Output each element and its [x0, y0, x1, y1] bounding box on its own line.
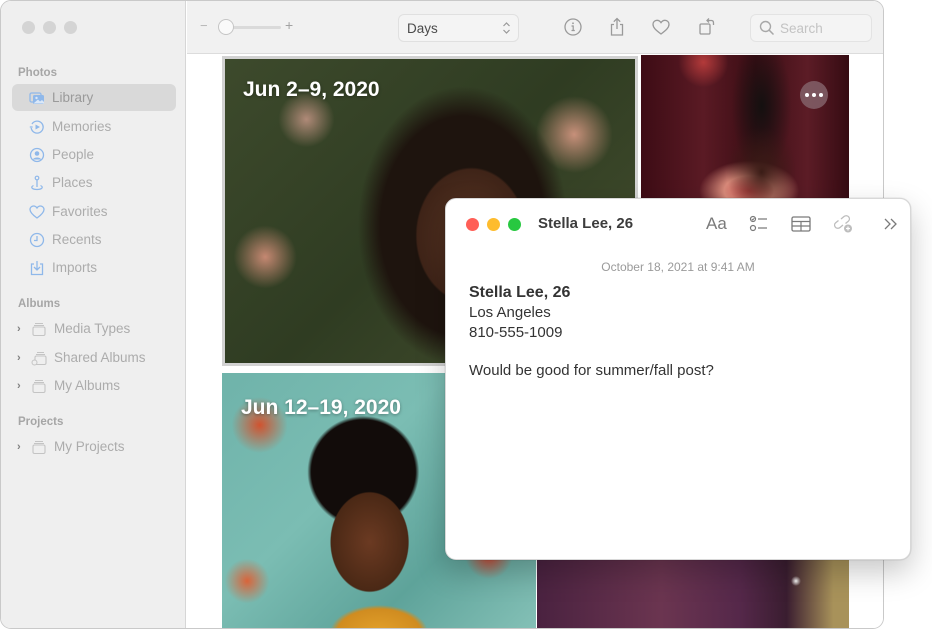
sidebar-item-memories[interactable]: Memories [12, 113, 176, 140]
sidebar-item-label: Places [52, 175, 93, 190]
toolbar: − + Days [187, 1, 883, 54]
rotate-button[interactable] [695, 15, 719, 39]
album-stack-icon [30, 320, 47, 337]
sidebar-item-label: Favorites [52, 204, 108, 219]
search-input[interactable] [780, 20, 860, 36]
more-options-button[interactable] [800, 81, 828, 109]
zoom-button[interactable] [64, 21, 77, 34]
album-stack-icon [30, 377, 47, 394]
sidebar-item-media-types[interactable]: › Media Types [12, 315, 176, 342]
sidebar-item-label: Shared Albums [54, 350, 146, 365]
checklist-icon [749, 215, 767, 232]
people-icon [28, 146, 45, 163]
section-title-albums: Albums [18, 298, 61, 310]
updown-chevron-icon [503, 22, 510, 34]
window-controls [466, 218, 521, 231]
chevron-right-icon[interactable]: › [17, 352, 27, 364]
sidebar-item-library[interactable]: Library [12, 84, 176, 111]
share-button[interactable] [605, 15, 629, 39]
heart-icon [28, 203, 45, 220]
favorite-button[interactable] [649, 15, 673, 39]
sidebar-item-label: My Projects [54, 439, 125, 454]
minimize-button[interactable] [487, 218, 500, 231]
clock-icon [28, 231, 45, 248]
zoom-slider-knob[interactable] [218, 19, 235, 35]
places-icon [28, 174, 45, 191]
table-icon [791, 216, 811, 232]
close-button[interactable] [466, 218, 479, 231]
sidebar-item-label: Memories [52, 119, 112, 134]
rotate-icon [699, 18, 715, 35]
share-icon [610, 17, 624, 36]
more-chevrons-icon [884, 218, 897, 230]
sidebar-item-places[interactable]: Places [12, 169, 176, 196]
zoom-out-button[interactable]: − [200, 18, 208, 33]
chevron-right-icon[interactable]: › [17, 441, 27, 453]
sidebar-item-imports[interactable]: Imports [12, 254, 176, 281]
collaborate-icon [833, 215, 852, 233]
sidebar-item-label: Library [52, 90, 94, 105]
note-timestamp: October 18, 2021 at 9:41 AM [601, 260, 755, 274]
note-heading: Stella Lee, 26 [469, 284, 571, 301]
dot-icon [819, 93, 823, 97]
sidebar-item-label: Recents [52, 232, 102, 247]
shared-album-icon [30, 349, 47, 366]
window-controls-inactive [22, 21, 77, 34]
info-button[interactable] [561, 15, 585, 39]
note-blank-line [469, 343, 714, 361]
section-title-photos: Photos [18, 67, 57, 79]
sidebar-item-shared-albums[interactable]: › Shared Albums [12, 344, 176, 371]
chevron-right-icon[interactable]: › [17, 380, 27, 392]
note-body[interactable]: Stella Lee, 26 Los Angeles 810-555-1009 … [469, 283, 714, 381]
view-select[interactable]: Days [398, 14, 519, 42]
info-icon [564, 18, 582, 36]
table-button[interactable] [790, 213, 812, 235]
search-icon [759, 20, 775, 36]
day-group-date: Jun 12–19, 2020 [241, 396, 401, 419]
format-text-icon: Aa [706, 214, 727, 233]
sidebar-item-favorites[interactable]: Favorites [12, 198, 176, 225]
dot-icon [812, 93, 816, 97]
sidebar-item-label: Imports [52, 260, 98, 275]
note-window-title: Stella Lee, 26 [538, 215, 634, 232]
library-icon [28, 89, 45, 106]
zoom-in-button[interactable]: + [285, 17, 293, 33]
collaborate-button[interactable] [832, 213, 854, 235]
sidebar-item-label: People [52, 147, 95, 162]
sidebar-item-label: Media Types [54, 321, 131, 336]
note-line: 810-555-1009 [469, 324, 563, 341]
close-button[interactable] [22, 21, 35, 34]
sidebar-item-my-projects[interactable]: › My Projects [12, 433, 176, 460]
format-text-button[interactable]: Aa [706, 213, 727, 235]
dot-icon [805, 93, 809, 97]
import-icon [28, 259, 45, 276]
day-group-date: Jun 2–9, 2020 [243, 78, 380, 101]
chevron-right-icon[interactable]: › [17, 323, 27, 335]
zoom-button[interactable] [508, 218, 521, 231]
note-comment: Would be good for summer/fall post? [469, 362, 714, 379]
more-tools-button[interactable] [880, 213, 902, 235]
section-title-projects: Projects [18, 416, 64, 428]
minimize-button[interactable] [43, 21, 56, 34]
sidebar-item-label: My Albums [54, 378, 121, 393]
sidebar-item-recents[interactable]: Recents [12, 226, 176, 253]
album-stack-icon [30, 438, 47, 455]
sidebar-item-my-albums[interactable]: › My Albums [12, 372, 176, 399]
sidebar-item-people[interactable]: People [12, 141, 176, 168]
view-select-value: Days [407, 20, 438, 36]
heart-icon [652, 19, 670, 35]
quick-note-window: Stella Lee, 26 Aa October 18, 2021 at 9:… [445, 198, 911, 560]
search-field[interactable] [750, 14, 872, 42]
note-line: Los Angeles [469, 304, 551, 321]
checklist-button[interactable] [748, 213, 770, 235]
sidebar: Photos Library Memories People Places Fa… [1, 1, 186, 628]
memories-icon [28, 118, 45, 135]
photo-tile[interactable] [641, 55, 849, 201]
